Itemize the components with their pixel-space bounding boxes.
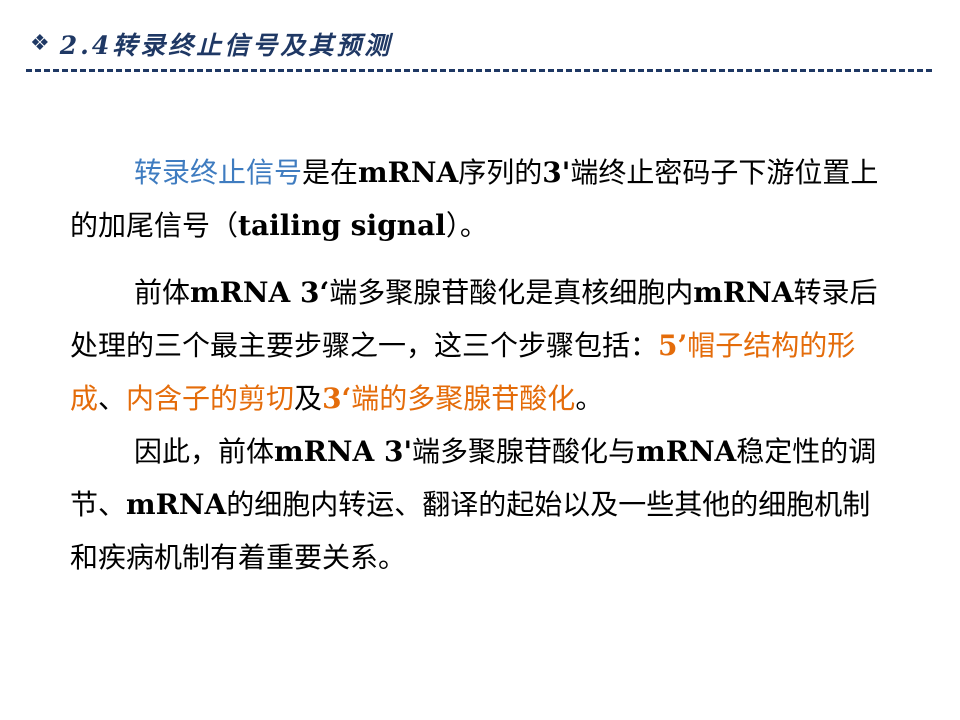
- text: 前体: [134, 276, 191, 309]
- bold-text: mRNA: [636, 435, 737, 468]
- bold-text: mRNA 3': [274, 435, 413, 468]
- bold-text: mRNA 3‘: [190, 276, 330, 309]
- text: 端多聚腺苷酸化是真核细胞内: [329, 276, 694, 309]
- slide-body: 转录终止信号是在mRNA序列的3'端终止密码子下游位置上的加尾信号（tailin…: [70, 146, 880, 584]
- bold-text: mRNA: [693, 276, 794, 309]
- bold-text: tailing signal: [238, 209, 446, 242]
- paragraph-importance: 因此，前体mRNA 3'端多聚腺苷酸化与mRNA稳定性的调节、mRNA的细胞内转…: [70, 425, 880, 584]
- paragraph-polyadenylation: 前体mRNA 3‘端多聚腺苷酸化是真核细胞内mRNA转录后处理的三个最主要步骤之…: [70, 266, 880, 425]
- diamond-bullet-icon: ❖: [30, 31, 50, 56]
- text: ）。: [445, 209, 488, 242]
- bold-text: 3': [542, 156, 571, 189]
- dashed-divider: [26, 69, 932, 72]
- highlight-bold: 5’: [658, 329, 688, 362]
- term-highlight: 转录终止信号: [134, 156, 303, 189]
- slide-title: 2.4转录终止信号及其预测: [59, 31, 393, 60]
- text: 序列的: [458, 156, 543, 189]
- highlight-bold: 3‘: [322, 382, 352, 415]
- text: 、: [98, 382, 127, 415]
- highlight-polyadenylation: 端的多聚腺苷酸化: [351, 382, 576, 415]
- text: 及: [294, 382, 323, 415]
- highlight-intron-splicing: 内含子的剪切: [126, 382, 295, 415]
- text: 是在: [302, 156, 359, 189]
- bold-text: mRNA: [358, 156, 459, 189]
- text: 。: [575, 382, 604, 415]
- text: 因此，前体: [134, 435, 275, 468]
- paragraph-termination-signal: 转录终止信号是在mRNA序列的3'端终止密码子下游位置上的加尾信号（tailin…: [70, 146, 880, 252]
- slide-header: ❖ 2.4转录终止信号及其预测: [30, 26, 392, 62]
- text: 端多聚腺苷酸化与: [412, 435, 637, 468]
- bold-text: mRNA: [126, 488, 227, 521]
